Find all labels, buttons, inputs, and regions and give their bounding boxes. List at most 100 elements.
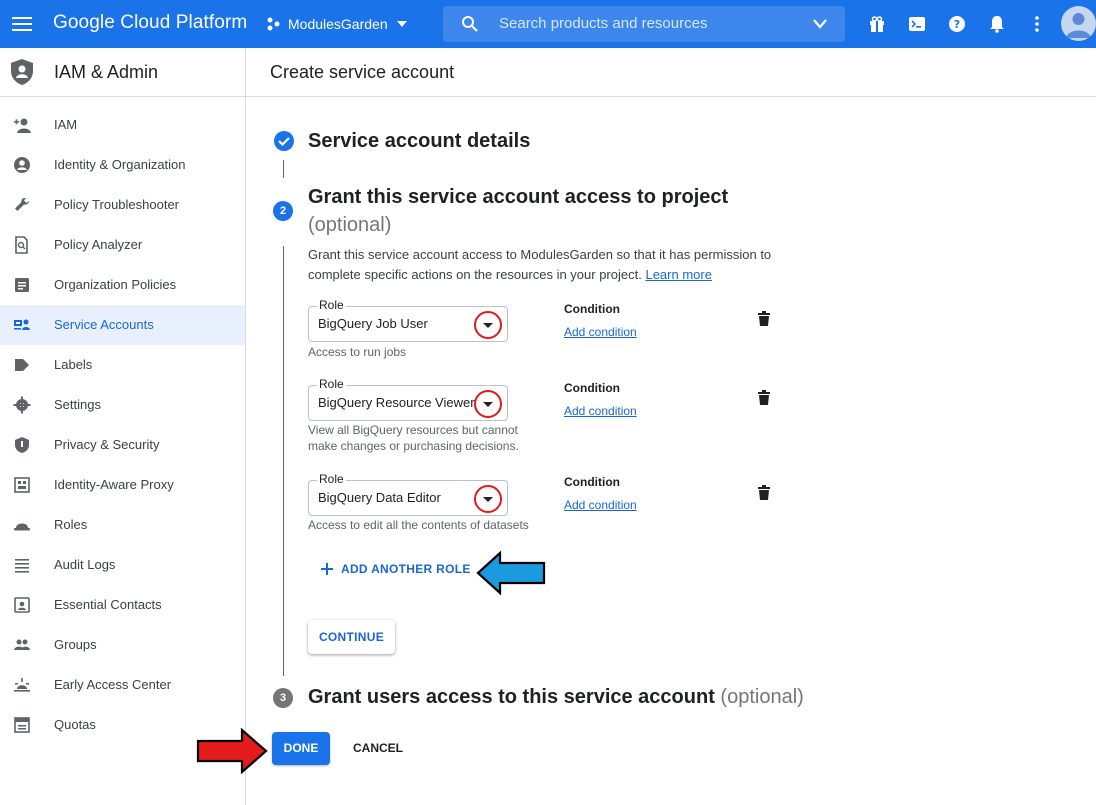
add-another-role-label: ADD ANOTHER ROLE (341, 562, 471, 576)
gear-icon (13, 396, 31, 414)
step2-title: Grant this service account access to pro… (308, 186, 729, 208)
caret-down-icon (396, 21, 407, 27)
project-icon (267, 17, 280, 31)
continue-button[interactable]: CONTINUE (308, 620, 395, 654)
sidebar-item-label: Labels (54, 357, 93, 372)
account-icon (1066, 13, 1091, 38)
sidebar-item-essential-contacts[interactable]: Essential Contacts (0, 585, 245, 625)
sidebar-item-identity-aware-proxy[interactable]: Identity-Aware Proxy (0, 465, 245, 505)
cancel-button[interactable]: CANCEL (342, 732, 414, 765)
sidebar-item-label: Audit Logs (54, 557, 116, 572)
list-document-icon (15, 278, 29, 292)
add-condition-link[interactable]: Add condition (564, 325, 637, 339)
contact-card-icon (14, 597, 30, 613)
add-condition-link[interactable]: Add condition (564, 404, 637, 418)
sidebar-item-organization-policies[interactable]: Organization Policies (0, 265, 245, 305)
project-selector[interactable]: ModulesGarden (266, 13, 408, 35)
step2-optional: (optional) (308, 214, 392, 236)
service-account-icon (14, 319, 30, 330)
avatar[interactable] (1061, 6, 1096, 41)
done-button[interactable]: DONE (272, 732, 330, 765)
step1-title[interactable]: Service account details (308, 130, 530, 153)
role-label: Role (317, 377, 346, 391)
learn-more-link[interactable]: Learn more (645, 267, 711, 282)
iam-shield-icon (11, 59, 33, 85)
search-bar[interactable]: Search products and resources (443, 6, 845, 42)
sidebar-item-label: Essential Contacts (54, 597, 162, 612)
sidebar-item-label: IAM (54, 117, 78, 132)
main-content: Create service account Service account d… (246, 48, 1096, 805)
role-value: BigQuery Data Editor (318, 490, 441, 505)
project-name: ModulesGarden (288, 16, 388, 32)
role-label: Role (317, 298, 346, 312)
role-value: BigQuery Job User (318, 316, 428, 331)
role-hint: Access to edit all the contents of datas… (308, 518, 529, 532)
sidebar-item-labels[interactable]: Labels (0, 345, 245, 385)
step3-optional: (optional) (720, 686, 804, 708)
help-icon[interactable]: ? (946, 13, 968, 35)
dropdown-arrow-icon[interactable] (473, 389, 503, 419)
dropdown-arrow-icon[interactable] (473, 310, 503, 340)
sidebar-item-label: Organization Policies (54, 277, 177, 292)
role-select[interactable]: Role BigQuery Resource Viewer (308, 377, 508, 421)
step2-description: Grant this service account access to Mod… (308, 245, 788, 285)
sidebar-item-policy-analyzer[interactable]: Policy Analyzer (0, 225, 245, 265)
add-condition-link[interactable]: Add condition (564, 498, 637, 512)
sidebar-item-settings[interactable]: Settings (0, 385, 245, 425)
sidebar-item-roles[interactable]: Roles (0, 505, 245, 545)
hamburger-menu-icon[interactable] (10, 12, 34, 36)
delete-icon[interactable] (755, 484, 773, 502)
gift-icon[interactable] (866, 13, 888, 35)
sidebar-item-privacy-security[interactable]: Privacy & Security (0, 425, 245, 465)
sidebar-item-label: Identity & Organization (54, 157, 186, 172)
role-select[interactable]: Role BigQuery Data Editor (308, 472, 508, 516)
step3-number: 3 (273, 688, 293, 708)
sidebar-item-label: Roles (54, 517, 88, 532)
sidebar-item-label: Quotas (54, 717, 96, 732)
delete-icon[interactable] (755, 310, 773, 328)
chevron-down-icon[interactable] (812, 17, 828, 31)
cloud-shell-icon[interactable] (906, 13, 928, 35)
sidebar-item-audit-logs[interactable]: Audit Logs (0, 545, 245, 585)
brand-title[interactable]: Google Cloud Platform (53, 12, 247, 34)
more-vert-icon[interactable] (1026, 13, 1048, 35)
lines-icon (15, 559, 29, 573)
step3-title[interactable]: Grant users access to this service accou… (308, 686, 804, 709)
stepper-line (283, 246, 284, 676)
stepper-line (283, 160, 284, 178)
condition-label: Condition (564, 475, 620, 489)
sidebar-item-early-access-center[interactable]: Early Access Center (0, 665, 245, 705)
sidebar-item-label: Identity-Aware Proxy (54, 477, 174, 492)
sunrise-icon (14, 678, 30, 692)
hat-icon (14, 523, 30, 531)
person-add-icon (14, 118, 31, 133)
role-select[interactable]: Role BigQuery Job User (308, 298, 508, 342)
condition-label: Condition (564, 381, 620, 395)
svg-text:?: ? (954, 18, 960, 31)
sidebar: IAM & Admin IAM Identity & Organization Po… (0, 48, 246, 805)
sidebar-item-identity-organization[interactable]: Identity & Organization (0, 145, 245, 185)
search-input[interactable]: Search products and resources (499, 15, 707, 32)
role-hint: Access to run jobs (308, 345, 407, 359)
search-icon (462, 16, 478, 32)
proxy-icon (14, 477, 30, 493)
plus-icon (321, 563, 333, 575)
sidebar-item-iam[interactable]: IAM (0, 105, 245, 145)
sidebar-item-label: Policy Analyzer (54, 237, 143, 252)
page-header: Create service account (246, 48, 1096, 97)
sidebar-item-service-accounts[interactable]: Service Accounts (0, 305, 245, 345)
sidebar-item-label: Groups (54, 637, 97, 652)
check-circle-icon (274, 131, 294, 151)
pointer-arrow-icon (196, 728, 268, 774)
notifications-bell-icon[interactable] (986, 13, 1008, 35)
sidebar-item-label: Policy Troubleshooter (54, 197, 180, 212)
sidebar-item-groups[interactable]: Groups (0, 625, 245, 665)
shield-icon (15, 437, 29, 453)
document-search-icon (15, 236, 28, 254)
delete-icon[interactable] (755, 389, 773, 407)
sidebar-item-policy-troubleshooter[interactable]: Policy Troubleshooter (0, 185, 245, 225)
dropdown-arrow-icon[interactable] (473, 484, 503, 514)
add-another-role-button[interactable]: ADD ANOTHER ROLE (320, 558, 471, 580)
step2-number: 2 (273, 201, 293, 221)
sidebar-item-label: Privacy & Security (54, 437, 160, 452)
